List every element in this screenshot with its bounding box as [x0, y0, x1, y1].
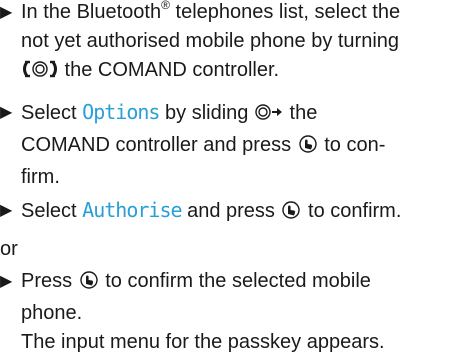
- step-text: In the Bluetooth® telephones list, selec…: [21, 0, 471, 88]
- controller-turn-icon: [21, 59, 59, 88]
- text-segment: COMAND controller and press: [21, 134, 297, 156]
- text-segment: Select: [21, 200, 83, 222]
- step-line: In the Bluetooth® telephones list, selec…: [21, 0, 471, 27]
- or-separator: or: [0, 238, 18, 260]
- controller-press-icon: [78, 270, 100, 299]
- step-line: Press to confirm the selected mobile: [21, 267, 471, 299]
- step-text: Select Authorise and press to confirm.: [21, 196, 471, 229]
- text-segment: In the Bluetooth: [21, 1, 162, 23]
- result-text: The input menu for the passkey appears.: [21, 331, 385, 353]
- controller-press-icon: [280, 200, 302, 229]
- instruction-page: ▶ In the Bluetooth® telephones list, sel…: [0, 0, 472, 357]
- bullet-arrow-icon: ▶: [0, 4, 13, 21]
- registered-mark: ®: [161, 0, 170, 12]
- text-segment: the: [283, 102, 318, 124]
- text-segment: the COMAND controller.: [59, 59, 280, 81]
- controller-press-icon: [297, 134, 319, 163]
- step-text: Select Options by sliding the COMAND con…: [21, 98, 471, 192]
- bullet-arrow-icon: ▶: [0, 273, 13, 290]
- step-line: Select Authorise and press to confirm.: [21, 196, 471, 229]
- text-segment: and press: [181, 200, 281, 222]
- controller-slide-right-icon: [254, 102, 284, 131]
- step-text: Press to confirm the selected mobile pho…: [21, 267, 471, 357]
- text-segment: to confirm.: [302, 200, 402, 222]
- menu-term-options: Options: [82, 100, 160, 124]
- text-segment: telephones list, select the: [169, 1, 401, 23]
- text-segment: to confirm the selected mobile: [99, 270, 371, 292]
- text-segment: Select: [21, 102, 83, 124]
- step-line: COMAND controller and press to con-: [21, 131, 471, 163]
- text-segment: to con-: [318, 134, 386, 156]
- step-line: firm.: [21, 166, 60, 188]
- bullet-arrow-icon: ▶: [0, 104, 13, 121]
- step-line: the COMAND controller.: [21, 56, 471, 88]
- menu-term-authorise: Authorise: [82, 198, 182, 222]
- step-line: not yet authorised mobile phone by turni…: [21, 30, 400, 52]
- text-segment: Press: [21, 270, 78, 292]
- step-line: Select Options by sliding the: [21, 98, 471, 131]
- text-segment: by sliding: [159, 102, 254, 124]
- step-line: phone.: [21, 302, 83, 324]
- bullet-arrow-icon: ▶: [0, 202, 13, 219]
